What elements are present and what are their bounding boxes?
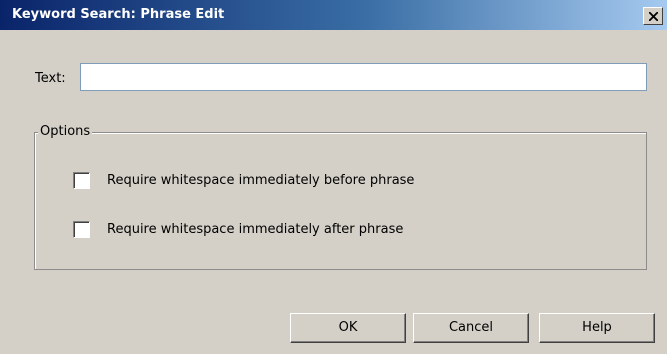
require-whitespace-before-checkbox[interactable] bbox=[73, 172, 90, 189]
close-button[interactable] bbox=[643, 7, 663, 25]
ok-button[interactable]: OK bbox=[290, 313, 406, 343]
require-whitespace-after-label[interactable]: Require whitespace immediately after phr… bbox=[107, 222, 403, 237]
text-input[interactable] bbox=[80, 63, 647, 91]
window-title: Keyword Search: Phrase Edit bbox=[12, 7, 225, 22]
cancel-button[interactable]: Cancel bbox=[413, 313, 529, 343]
close-icon bbox=[649, 12, 658, 21]
title-bar[interactable]: Keyword Search: Phrase Edit bbox=[0, 0, 667, 30]
help-button[interactable]: Help bbox=[539, 313, 655, 343]
require-whitespace-before-label[interactable]: Require whitespace immediately before ph… bbox=[107, 173, 414, 188]
options-legend: Options bbox=[38, 124, 93, 139]
text-label: Text: bbox=[35, 71, 66, 86]
require-whitespace-after-checkbox[interactable] bbox=[73, 221, 90, 238]
options-groupbox bbox=[34, 132, 647, 270]
